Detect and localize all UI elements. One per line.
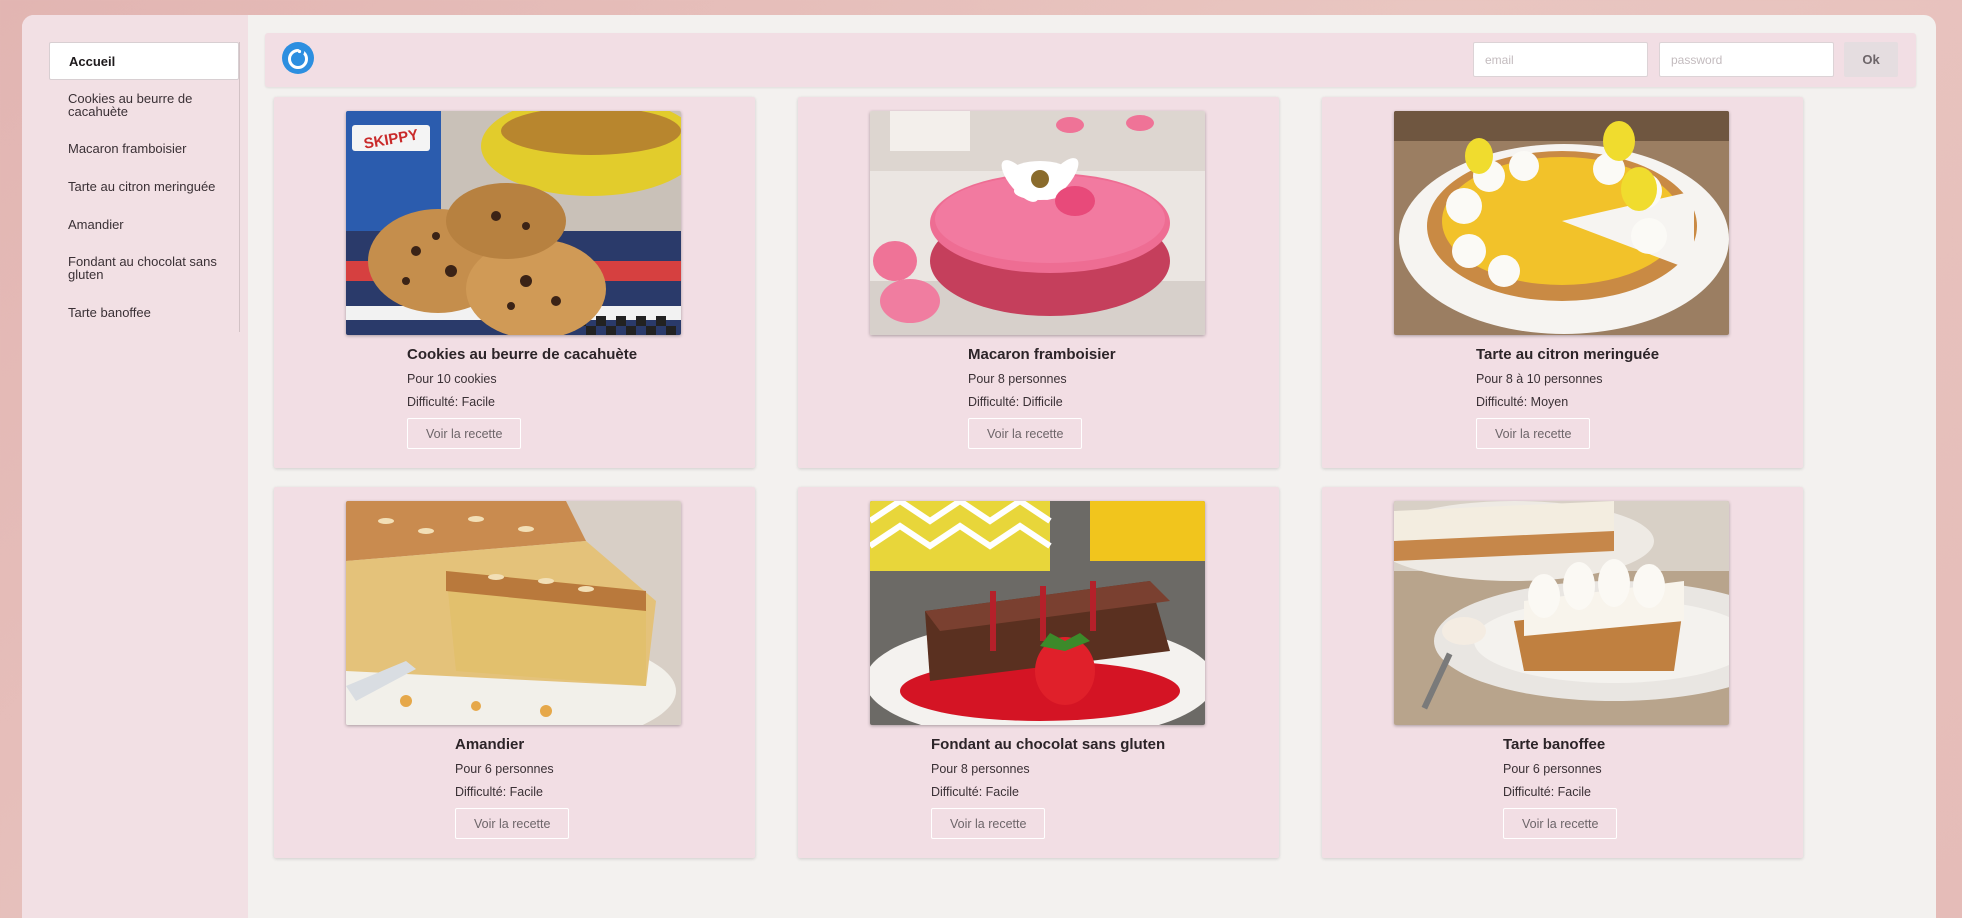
top-bar: Ok bbox=[265, 33, 1916, 87]
chocolate-cake-photo[interactable] bbox=[870, 501, 1205, 725]
card-info: Amandier Pour 6 personnes Difficulté: Fa… bbox=[455, 736, 570, 839]
card-info: Macaron framboisier Pour 8 personnes Dif… bbox=[968, 346, 1116, 449]
card-difficulty: Difficulté: Facile bbox=[931, 785, 1019, 799]
view-recipe-button[interactable]: Voir la recette bbox=[455, 808, 570, 839]
sidebar: Accueil Cookies au beurre de cacahuète M… bbox=[22, 15, 248, 918]
card-info: Fondant au chocolat sans gluten Pour 8 p… bbox=[931, 736, 1165, 839]
main-content: Ok SKIPPY bbox=[248, 15, 1936, 918]
card-title: Tarte banoffee bbox=[1503, 736, 1606, 753]
password-input[interactable] bbox=[1659, 42, 1834, 77]
card-info: Tarte banoffee Pour 6 personnes Difficul… bbox=[1503, 736, 1618, 839]
view-recipe-button[interactable]: Voir la recette bbox=[931, 808, 1046, 839]
view-recipe-button[interactable]: Voir la recette bbox=[1476, 418, 1591, 449]
banoffee-photo[interactable] bbox=[1394, 501, 1729, 725]
email-input[interactable] bbox=[1473, 42, 1648, 77]
recipe-card-banoffee: Tarte banoffee Pour 6 personnes Difficul… bbox=[1322, 487, 1803, 858]
card-difficulty: Difficulté: Moyen bbox=[1476, 395, 1569, 409]
logo-icon[interactable] bbox=[282, 42, 314, 74]
card-difficulty: Difficulté: Facile bbox=[1503, 785, 1591, 799]
sidebar-item-cookies[interactable]: Cookies au beurre de cacahuète bbox=[49, 80, 239, 130]
recipe-card-fondant: Fondant au chocolat sans gluten Pour 8 p… bbox=[798, 487, 1279, 858]
card-title: Cookies au beurre de cacahuète bbox=[407, 346, 638, 363]
almond-cake-photo[interactable] bbox=[346, 501, 681, 725]
card-info: Tarte au citron meringuée Pour 8 à 10 pe… bbox=[1476, 346, 1659, 449]
card-title: Amandier bbox=[455, 736, 525, 753]
app-window: Accueil Cookies au beurre de cacahuète M… bbox=[22, 15, 1936, 918]
cookies-photo[interactable]: SKIPPY bbox=[346, 111, 681, 335]
sidebar-item-accueil[interactable]: Accueil bbox=[49, 42, 239, 80]
card-servings: Pour 6 personnes bbox=[455, 762, 554, 776]
card-servings: Pour 8 personnes bbox=[968, 372, 1067, 386]
view-recipe-button[interactable]: Voir la recette bbox=[407, 418, 522, 449]
login-ok-button[interactable]: Ok bbox=[1844, 42, 1898, 77]
card-servings: Pour 6 personnes bbox=[1503, 762, 1602, 776]
card-title: Fondant au chocolat sans gluten bbox=[931, 736, 1166, 753]
view-recipe-button[interactable]: Voir la recette bbox=[1503, 808, 1618, 839]
recipe-card-tarte-citron: Tarte au citron meringuée Pour 8 à 10 pe… bbox=[1322, 97, 1803, 468]
macaron-photo[interactable] bbox=[870, 111, 1205, 335]
card-servings: Pour 8 à 10 personnes bbox=[1476, 372, 1603, 386]
sidebar-item-banoffee[interactable]: Tarte banoffee bbox=[49, 293, 239, 332]
card-difficulty: Difficulté: Difficile bbox=[968, 395, 1063, 409]
recipe-card-cookies: SKIPPY Cookies au beurre de cacahuète Po… bbox=[274, 97, 755, 468]
card-servings: Pour 8 personnes bbox=[931, 762, 1030, 776]
lemon-tart-photo[interactable] bbox=[1394, 111, 1729, 335]
recipe-card-amandier: Amandier Pour 6 personnes Difficulté: Fa… bbox=[274, 487, 755, 858]
sidebar-item-tarte-citron[interactable]: Tarte au citron meringuée bbox=[49, 167, 239, 205]
view-recipe-button[interactable]: Voir la recette bbox=[968, 418, 1083, 449]
recipe-card-macaron: Macaron framboisier Pour 8 personnes Dif… bbox=[798, 97, 1279, 468]
sidebar-menu: Accueil Cookies au beurre de cacahuète M… bbox=[49, 42, 240, 332]
card-title: Tarte au citron meringuée bbox=[1476, 346, 1660, 363]
card-difficulty: Difficulté: Facile bbox=[455, 785, 543, 799]
card-info: Cookies au beurre de cacahuète Pour 10 c… bbox=[407, 346, 637, 449]
card-difficulty: Difficulté: Facile bbox=[407, 395, 495, 409]
sidebar-item-fondant[interactable]: Fondant au chocolat sans gluten bbox=[49, 243, 239, 293]
sidebar-item-amandier[interactable]: Amandier bbox=[49, 205, 239, 243]
sidebar-item-macaron[interactable]: Macaron framboisier bbox=[49, 130, 239, 167]
card-servings: Pour 10 cookies bbox=[407, 372, 497, 386]
card-title: Macaron framboisier bbox=[968, 346, 1116, 363]
